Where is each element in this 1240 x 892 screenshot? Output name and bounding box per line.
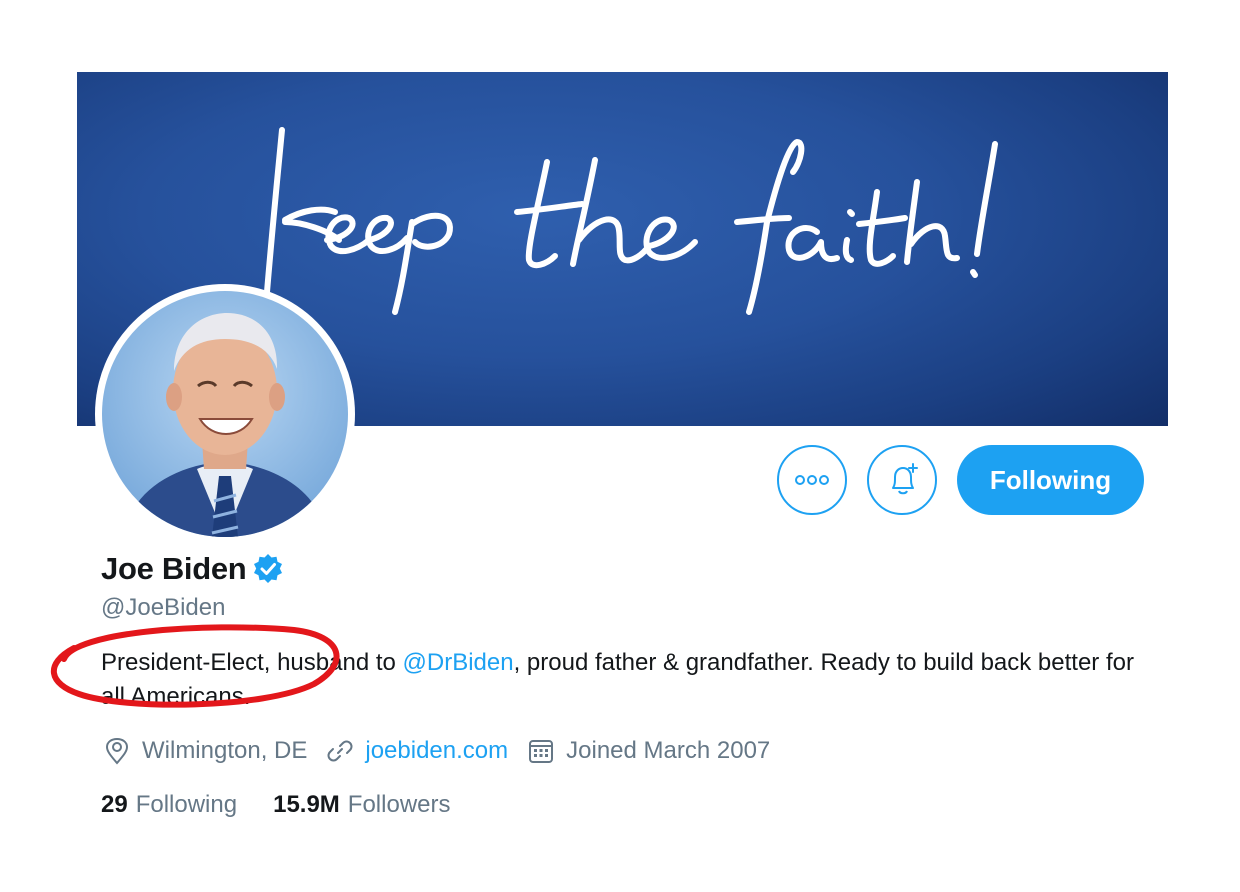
joined-item: Joined March 2007 <box>528 737 770 765</box>
more-options-button[interactable] <box>777 445 847 515</box>
calendar-icon <box>529 740 554 763</box>
profile-avatar[interactable] <box>95 284 355 544</box>
profile-name: Joe Biden <box>101 551 247 586</box>
verified-badge-icon <box>254 554 283 583</box>
followers-count[interactable]: 15.9M <box>273 791 340 819</box>
profile-meta: Wilmington, DE joebiden.com Joined March… <box>104 734 790 768</box>
followers-label[interactable]: Followers <box>348 791 451 819</box>
notifications-button[interactable] <box>867 445 937 515</box>
bio-mention-link[interactable]: @DrBiden <box>403 649 514 676</box>
avatar-photo <box>102 291 348 537</box>
profile-bio: President-Elect, husband to @DrBiden, pr… <box>101 646 1161 714</box>
follow-counts: 29 Following 15.9M Followers <box>101 788 487 822</box>
link-icon <box>327 740 353 762</box>
name-row: Joe Biden <box>101 549 284 589</box>
joined-text: Joined March 2007 <box>566 737 771 764</box>
following-label[interactable]: Following <box>136 791 237 819</box>
bio-text-start: President-Elect, husband to <box>101 649 403 676</box>
more-options-icon <box>795 475 829 485</box>
bell-add-icon <box>892 463 918 495</box>
following-count[interactable]: 29 <box>101 791 128 819</box>
website-link[interactable]: joebiden.com <box>365 737 508 765</box>
profile-handle: @JoeBiden <box>101 594 226 621</box>
location-item: Wilmington, DE <box>104 737 307 765</box>
following-button[interactable]: Following <box>957 445 1144 515</box>
location-text: Wilmington, DE <box>142 737 308 764</box>
website-item[interactable]: joebiden.com <box>327 737 508 765</box>
location-pin-icon <box>105 737 129 765</box>
